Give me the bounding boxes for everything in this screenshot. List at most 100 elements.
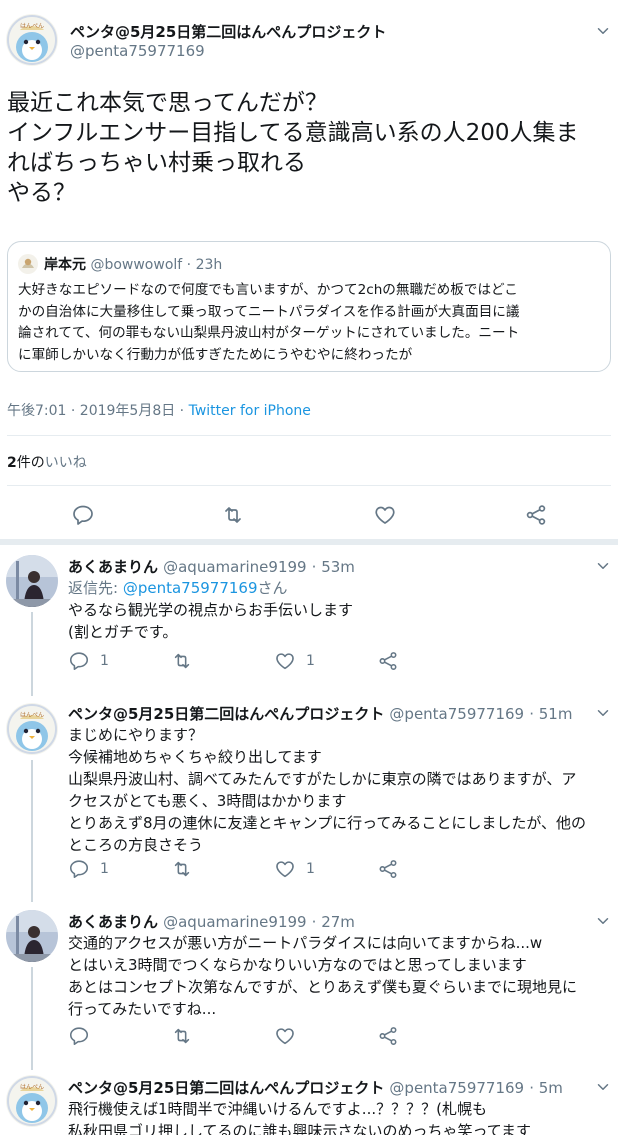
- display-name[interactable]: あくあまりん: [68, 558, 158, 576]
- reply-line: クセスがとても悪く、3時間はかかります: [68, 792, 347, 810]
- user-handle[interactable]: @penta75977169: [389, 705, 524, 723]
- retweet-icon: [171, 858, 193, 880]
- tweet-line: 最近これ本気で思ってんだが？: [7, 90, 328, 116]
- quoted-handle: @bowwowolf: [90, 257, 183, 273]
- reply-time: · 51m: [529, 705, 573, 723]
- avatar[interactable]: [6, 910, 58, 962]
- heart-icon: [274, 650, 296, 672]
- reply-line: 私秋田県ゴリ押ししてるのに誰も興味示さないのめっちゃ笑ってます: [68, 1122, 532, 1135]
- reply-line: まじめにやります？: [68, 726, 204, 744]
- retweet-button[interactable]: [171, 858, 203, 880]
- chevron-down-icon: [594, 22, 612, 40]
- avatar[interactable]: [6, 14, 58, 66]
- retweet-button[interactable]: [171, 1025, 203, 1047]
- tweet-menu-button[interactable]: [594, 1078, 612, 1100]
- chevron-down-icon: [594, 557, 612, 575]
- reply-icon: [68, 858, 90, 880]
- quoted-text: 大好きなエピソードなので何度でも言いますが、かつて2chの無職だめ板ではどこ か…: [18, 280, 519, 366]
- share-button[interactable]: [377, 858, 399, 880]
- reply-to: 返信先: @penta75977169さん: [68, 577, 288, 598]
- tweet-menu-button[interactable]: [594, 704, 612, 726]
- reply-button[interactable]: [68, 1025, 100, 1047]
- share-button[interactable]: [377, 1025, 399, 1047]
- main-reply-button[interactable]: [71, 503, 95, 531]
- reply-line: 交通的アクセスが悪い方がニートパラダイスには向いてますからね...w: [68, 934, 543, 952]
- reply-icon: [68, 1025, 90, 1047]
- avatar[interactable]: [6, 555, 58, 607]
- reply-to-prefix: 返信先:: [68, 579, 123, 597]
- tweet-text: 最近これ本気で思ってんだが？ インフルエンサー目指してる意識高い系の人200人集…: [7, 88, 579, 208]
- retweet-icon: [171, 1025, 193, 1047]
- tweet-menu-button[interactable]: [594, 22, 612, 44]
- section-separator: [0, 539, 618, 545]
- quoted-display-name: 岸本元: [44, 257, 86, 273]
- like-button[interactable]: 1: [274, 650, 315, 672]
- reply-icon: [71, 503, 95, 527]
- user-handle[interactable]: @penta75977169: [389, 1079, 524, 1097]
- reply-icon: [68, 650, 90, 672]
- reply-line: とはいえ3時間でつくならかなりいい方なのではと思ってしまいます: [68, 956, 527, 974]
- quoted-tweet-card[interactable]: 岸本元 @bowwowolf · 23h 大好きなエピソードなので何度でも言いま…: [7, 241, 611, 372]
- heart-icon: [274, 1025, 296, 1047]
- likes-count: 2: [7, 455, 17, 471]
- reply-to-handle[interactable]: @penta75977169: [123, 579, 258, 597]
- reply-time: · 53m: [311, 558, 355, 576]
- quoted-line: 大好きなエピソードなので何度でも言いますが、かつて2chの無職だめ板ではどこ: [18, 282, 518, 298]
- chevron-down-icon: [594, 704, 612, 722]
- main-retweet-button[interactable]: [221, 503, 245, 531]
- display-name[interactable]: ペンタ@5月25日第二回はんぺんプロジェクト: [70, 21, 386, 42]
- reply-to-suffix: さん: [257, 579, 288, 597]
- tweet-metadata: 午後7:01 · 2019年5月8日 · Twitter for iPhone: [7, 400, 311, 420]
- thread-line: [31, 612, 33, 696]
- user-handle[interactable]: @aquamarine9199: [163, 913, 306, 931]
- share-icon: [524, 503, 548, 527]
- retweet-icon: [171, 650, 193, 672]
- share-icon: [377, 1025, 399, 1047]
- display-name[interactable]: ペンタ@5月25日第二回はんぺんプロジェクト: [68, 705, 384, 723]
- reply-text: 交通的アクセスが悪い方がニートパラダイスには向いてますからね...w とはいえ3…: [68, 932, 577, 1020]
- tweet-line: ればちっちゃい村乗っ取れる: [7, 150, 306, 176]
- tweet-menu-button[interactable]: [594, 912, 612, 934]
- user-handle[interactable]: @penta75977169: [70, 42, 205, 60]
- quoted-avatar: [18, 254, 38, 274]
- reply-line: 行ってみたいですね...: [68, 1000, 217, 1018]
- display-name[interactable]: あくあまりん: [68, 913, 158, 931]
- avatar[interactable]: [6, 703, 58, 755]
- avatar[interactable]: [6, 1075, 58, 1127]
- reply-button[interactable]: 1: [68, 650, 109, 672]
- reply-line: (割とガチです。: [68, 623, 178, 641]
- display-name[interactable]: ペンタ@5月25日第二回はんぺんプロジェクト: [68, 1079, 384, 1097]
- divider: [7, 485, 611, 486]
- reply-text: 飛行機使えば1時間半で沖縄いけるんですよ...？？？？(札幌も 私秋田県ゴリ押し…: [68, 1098, 531, 1135]
- like-button[interactable]: 1: [274, 858, 315, 880]
- chevron-down-icon: [594, 1078, 612, 1096]
- tweet-line: インフルエンサー目指してる意識高い系の人200人集ま: [7, 120, 579, 146]
- reply-line: 今候補地めちゃくちゃ絞り出してます: [68, 748, 322, 766]
- main-share-button[interactable]: [524, 503, 548, 531]
- retweet-button[interactable]: [171, 650, 203, 672]
- tweet-menu-button[interactable]: [594, 557, 612, 579]
- quoted-line: かの自治体に大量移住して乗っ取ってニートパラダイスを作る計画が大真面目に議: [18, 303, 520, 320]
- reply-line: ところの方良さそう: [68, 836, 204, 854]
- reply-time: · 27m: [311, 913, 355, 931]
- chevron-down-icon: [594, 912, 612, 930]
- source-link[interactable]: Twitter for iPhone: [189, 403, 311, 419]
- reply-time: · 5m: [529, 1079, 563, 1097]
- share-button[interactable]: [377, 650, 399, 672]
- timestamp[interactable]: 午後7:01 · 2019年5月8日 ·: [7, 403, 189, 419]
- reply-count: 1: [100, 653, 109, 669]
- heart-icon: [373, 503, 397, 527]
- share-icon: [377, 650, 399, 672]
- likes-mid: 件の: [16, 455, 45, 471]
- divider: [7, 435, 611, 436]
- quoted-line: に軍師しかいなく行動力が低すぎたためにうやむやに終わったが: [18, 346, 413, 363]
- like-button[interactable]: [274, 1025, 306, 1047]
- like-count: 1: [306, 653, 315, 669]
- main-like-button[interactable]: [373, 503, 397, 531]
- likes-summary[interactable]: 2件のいいね: [7, 452, 87, 472]
- reply-line: 山梨県丹波山村、調べてみたんですがたしかに東京の隣ではありますが、ア: [68, 770, 577, 788]
- user-handle[interactable]: @aquamarine9199: [163, 558, 306, 576]
- heart-icon: [274, 858, 296, 880]
- reply-button[interactable]: 1: [68, 858, 109, 880]
- likes-label: いいね: [44, 455, 87, 471]
